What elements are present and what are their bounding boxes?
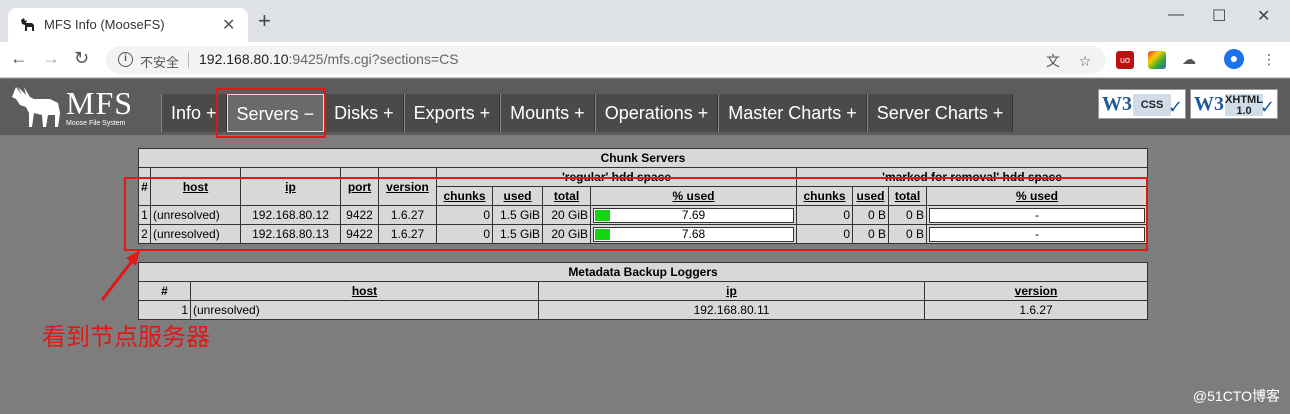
menu-master-charts[interactable]: Master Charts + bbox=[718, 94, 867, 132]
new-tab-icon[interactable]: + bbox=[258, 10, 271, 32]
url-host: 192.168.80.10 bbox=[199, 51, 289, 67]
url-path: :9425/mfs.cgi?sections=CS bbox=[288, 51, 459, 67]
insecure-label: 不安全 bbox=[140, 55, 180, 70]
url-text[interactable]: 192.168.80.10:9425/mfs.cgi?sections=CS bbox=[199, 51, 459, 67]
minimize-icon[interactable]: — bbox=[1168, 6, 1184, 24]
menu-operations[interactable]: Operations + bbox=[594, 94, 719, 132]
menu-disks[interactable]: Disks + bbox=[324, 94, 404, 132]
ublock-extension-icon[interactable]: uo bbox=[1116, 51, 1134, 69]
cell-ip: 192.168.80.11 bbox=[538, 300, 925, 320]
backup-loggers-title: Metadata Backup Loggers bbox=[138, 262, 1148, 282]
annotation-arrow-icon bbox=[100, 250, 140, 301]
extension-icon[interactable] bbox=[1148, 51, 1166, 69]
check-icon: ✓ bbox=[1167, 97, 1183, 117]
backup-loggers-table: Metadata Backup Loggers # host ip versio… bbox=[138, 262, 1148, 320]
close-tab-icon[interactable]: ✕ bbox=[222, 15, 235, 35]
reload-icon[interactable]: ↻ bbox=[74, 48, 89, 69]
col-version-label: version bbox=[1014, 284, 1058, 298]
annotation-box-chunk-servers bbox=[124, 177, 1148, 251]
menu-exports[interactable]: Exports + bbox=[403, 94, 501, 132]
col-host-label: host bbox=[351, 284, 378, 298]
col-ip[interactable]: ip bbox=[538, 281, 925, 301]
cell-host: (unresolved) bbox=[190, 300, 539, 320]
menu-mounts[interactable]: Mounts + bbox=[500, 94, 595, 132]
col-ip-label: ip bbox=[726, 284, 737, 298]
xhtml-badge-label: XHTML 1.0 bbox=[1225, 94, 1263, 117]
info-icon[interactable]: i bbox=[118, 52, 133, 67]
browser-toolbar: ← → ↻ i 不安全 192.168.80.10:9425/mfs.cgi?s… bbox=[0, 42, 1290, 78]
css-badge-label: CSS bbox=[1133, 94, 1171, 116]
table-row: 1 (unresolved) 192.168.80.11 1.6.27 bbox=[138, 300, 1148, 320]
browser-tab[interactable]: MFS Info (MooseFS) ✕ bbox=[8, 8, 248, 42]
cell-version: 1.6.27 bbox=[924, 300, 1148, 320]
xhtml-version: 1.0 bbox=[1236, 105, 1252, 117]
maximize-icon[interactable]: ☐ bbox=[1212, 6, 1226, 26]
bookmark-star-icon[interactable]: ☆ bbox=[1076, 52, 1094, 70]
mfs-logo[interactable]: MFS Moose File System bbox=[10, 83, 160, 131]
col-version[interactable]: version bbox=[924, 281, 1148, 301]
more-menu-icon[interactable]: ⋮ bbox=[1260, 50, 1278, 68]
omnibox-divider bbox=[188, 52, 189, 68]
window-close-icon[interactable]: ✕ bbox=[1257, 6, 1270, 26]
annotation-text: 看到节点服务器 bbox=[42, 323, 210, 351]
logo-subtitle: Moose File System bbox=[66, 120, 126, 127]
back-icon[interactable]: ← bbox=[10, 48, 28, 69]
translate-icon[interactable]: 文 bbox=[1044, 52, 1062, 70]
address-bar[interactable]: i 不安全 192.168.80.10:9425/mfs.cgi?section… bbox=[106, 46, 1106, 74]
menu-server-charts[interactable]: Server Charts + bbox=[866, 94, 1014, 132]
w3c-css-badge[interactable]: W3C CSS ✓ bbox=[1098, 89, 1186, 119]
col-num: # bbox=[138, 281, 191, 301]
check-icon: ✓ bbox=[1259, 97, 1275, 117]
mfs-header: MFS Moose File System Info + Servers − D… bbox=[0, 79, 1290, 135]
watermark: @51CTO博客 bbox=[1192, 388, 1280, 404]
chunk-servers-title: Chunk Servers bbox=[138, 148, 1148, 168]
w3c-xhtml-badge[interactable]: W3C XHTML 1.0 ✓ bbox=[1190, 89, 1278, 119]
logo-title: MFS bbox=[66, 85, 134, 121]
browser-tabstrip: MFS Info (MooseFS) ✕ + — ☐ ✕ bbox=[0, 0, 1290, 42]
profile-avatar-icon[interactable]: ● bbox=[1224, 49, 1244, 69]
tab-title: MFS Info (MooseFS) bbox=[44, 17, 165, 32]
moose-favicon-icon bbox=[21, 18, 34, 31]
annotation-box-servers-tab bbox=[216, 88, 326, 138]
col-host[interactable]: host bbox=[190, 281, 539, 301]
moose-logo-icon bbox=[12, 87, 60, 127]
forward-icon[interactable]: → bbox=[42, 48, 60, 69]
cloud-extension-icon[interactable]: ☁ bbox=[1180, 50, 1198, 68]
